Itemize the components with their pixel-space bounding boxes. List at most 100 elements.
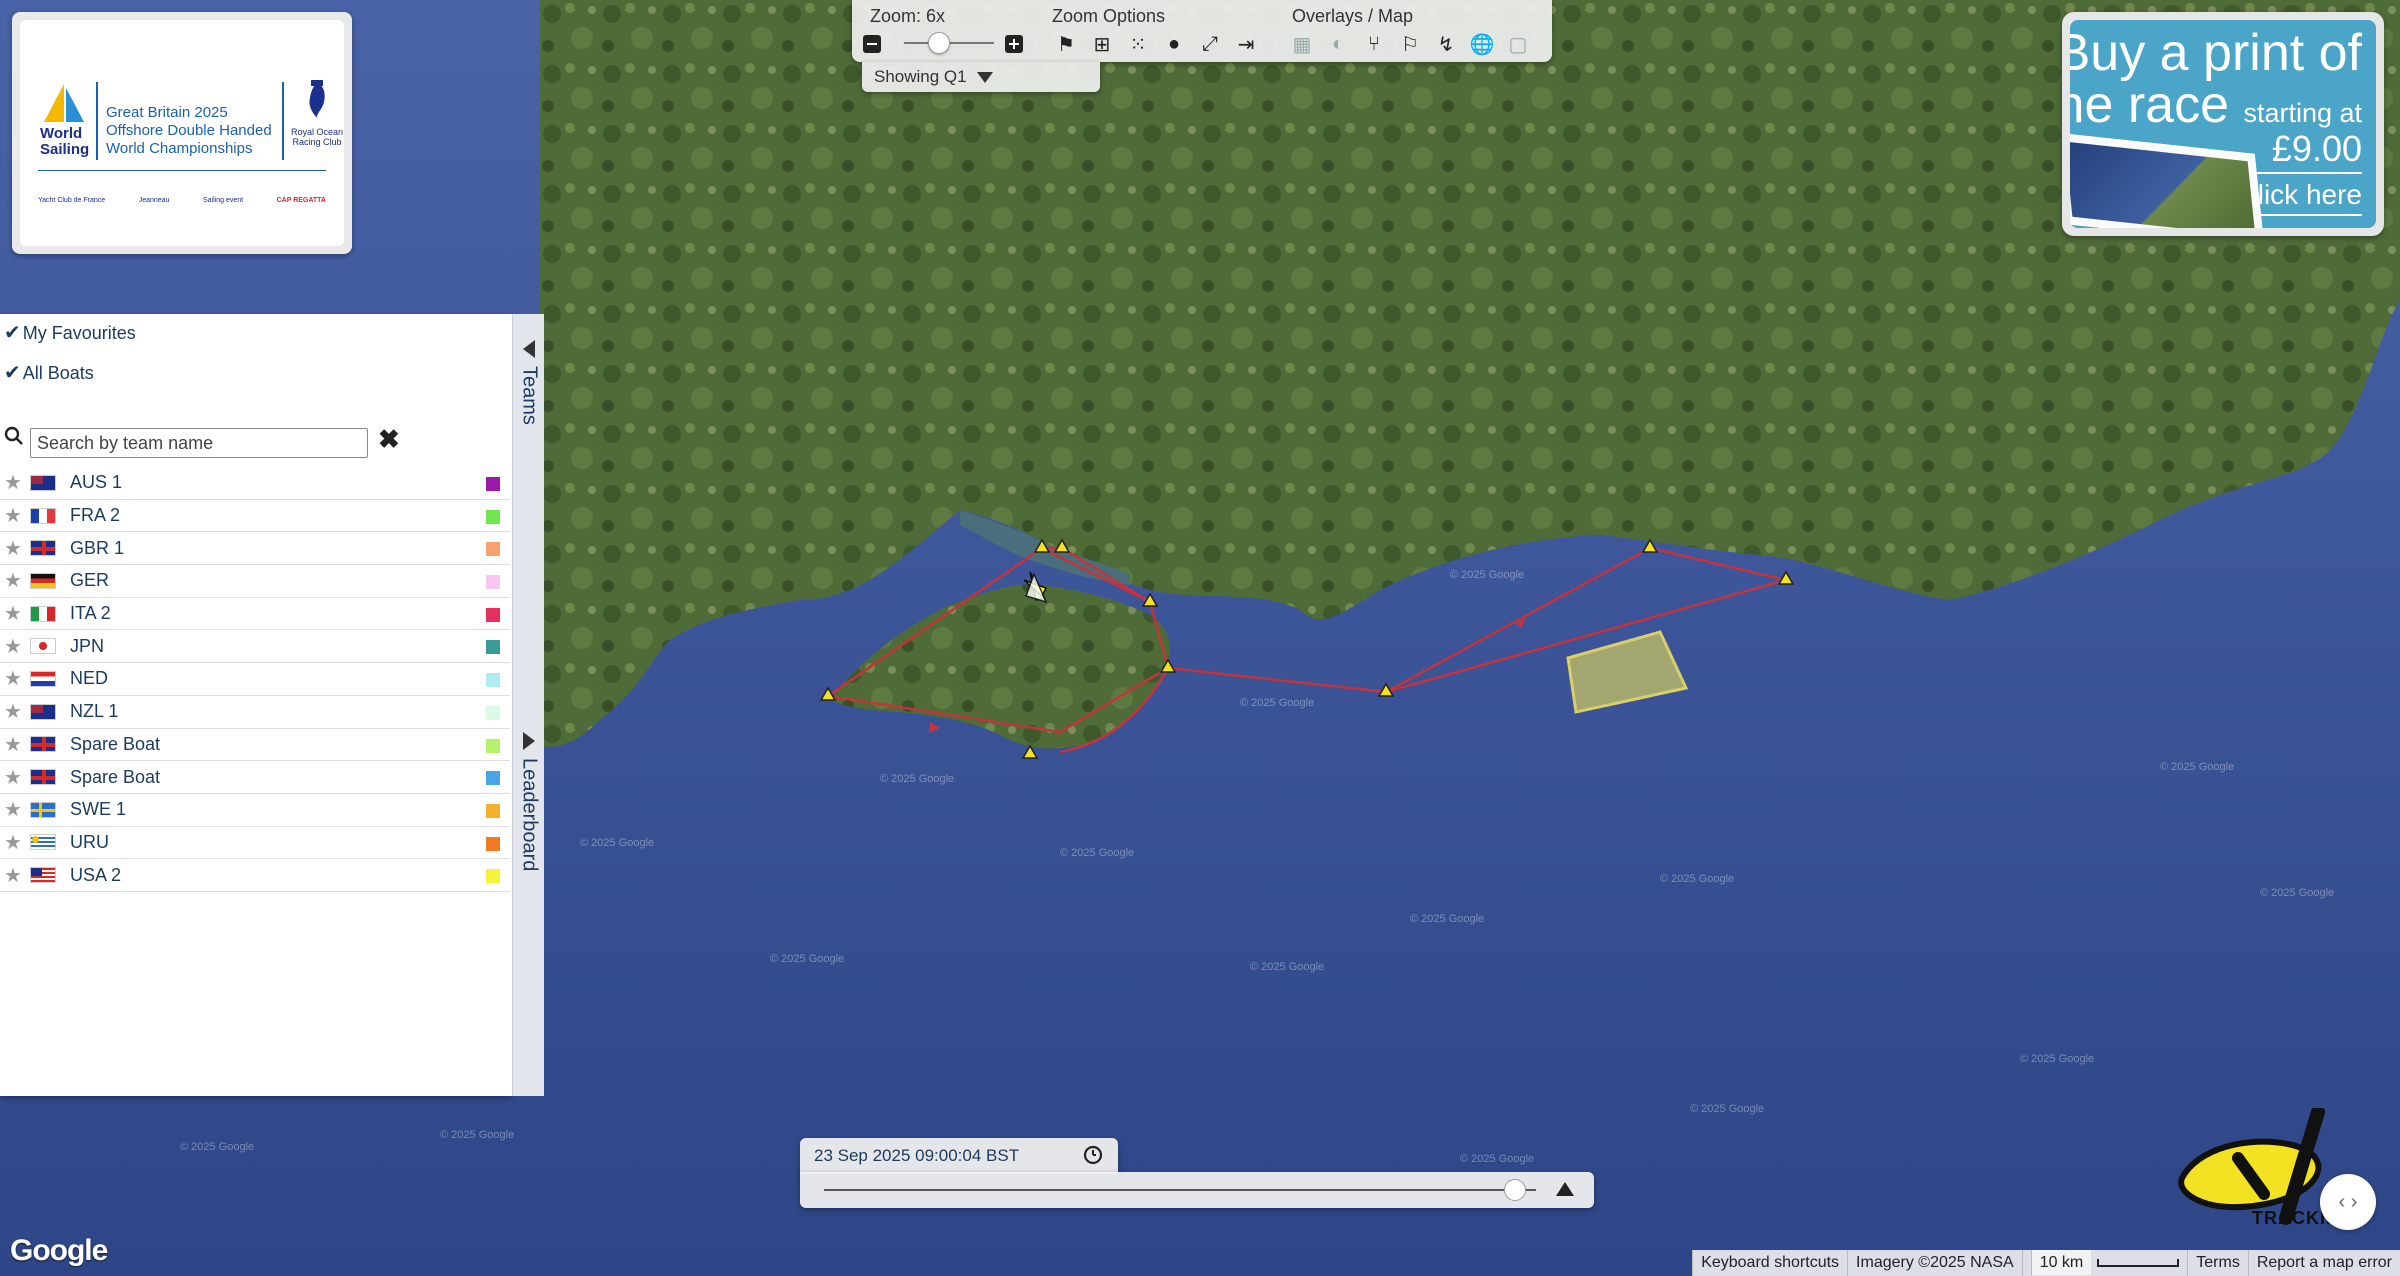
svg-text:© 2025 Google: © 2025 Google — [2160, 761, 2234, 773]
current-datetime: 23 Sep 2025 09:00:04 BST — [814, 1146, 1020, 1165]
expand-right-icon — [523, 732, 535, 750]
favourite-star-icon[interactable]: ★ — [2, 470, 24, 495]
map-type-button[interactable]: 🌐 — [1468, 30, 1496, 58]
buy-print-ad[interactable]: Buy a print of the race starting at £9.0… — [2062, 12, 2384, 236]
logo-divider — [96, 82, 98, 160]
flags-icon: ⚑ — [1057, 33, 1075, 56]
boat-row[interactable]: ★ URU — [0, 827, 510, 860]
ad-line1: Buy a print of — [2070, 24, 2362, 82]
group-icon: ● — [1167, 32, 1181, 55]
boat-row[interactable]: ★ GER — [0, 565, 510, 598]
boat-name: Spare Boat — [70, 766, 161, 787]
boat-color-swatch — [486, 836, 500, 851]
scale-bar[interactable]: 10 km — [2021, 1250, 2188, 1276]
event-logo-panel[interactable]: World Sailing Great Britain 2025 Offshore… — [12, 12, 352, 254]
showing-dropdown[interactable]: Showing Q1 — [862, 62, 1100, 92]
overlays-map-label: Overlays / Map — [1292, 6, 1414, 26]
favourite-star-icon[interactable]: ★ — [2, 765, 24, 790]
clear-search-button[interactable]: ✖ — [378, 424, 400, 455]
wind-overlay-button[interactable]: ⚐ — [1396, 30, 1424, 58]
boat-name: NED — [70, 668, 109, 689]
boat-row[interactable]: ★ Spare Boat — [0, 761, 510, 794]
boat-name: GER — [70, 570, 110, 591]
favourite-star-icon[interactable]: ★ — [2, 699, 24, 724]
terms-link[interactable]: Terms — [2187, 1250, 2248, 1276]
tracks-overlay-button[interactable]: ⑂ — [1360, 30, 1388, 58]
boat-row[interactable]: ★ FRA 2 — [0, 500, 510, 533]
timeline-expand-icon[interactable] — [1556, 1182, 1574, 1196]
favourite-star-icon[interactable]: ★ — [2, 601, 24, 626]
boat-row[interactable]: ★ ITA 2 — [0, 598, 510, 631]
boat-row[interactable]: ★ GBR 1 — [0, 532, 510, 566]
flag-icon — [30, 736, 56, 753]
keyboard-shortcuts-link[interactable]: Keyboard shortcuts — [1692, 1250, 1848, 1276]
clock-icon[interactable] — [1082, 1144, 1104, 1166]
plus-box-icon: ⊞ — [1093, 33, 1111, 56]
boat-row[interactable]: ★ Spare Boat — [0, 729, 510, 762]
svg-text:© 2025 Google: © 2025 Google — [2260, 887, 2334, 899]
ad-print-image — [2070, 132, 2265, 228]
zoom-in-button[interactable] — [1000, 30, 1028, 58]
zoom-to-boats-button[interactable]: ⁙ — [1124, 30, 1152, 58]
zoom-options-label: Zoom Options — [1052, 6, 1166, 26]
boat-row[interactable]: ★ USA 2 — [0, 859, 510, 892]
checkmark-icon: ✔ — [4, 322, 21, 344]
sponsor-strip: Yacht Club de France Jeanneau Sailing ev… — [38, 180, 326, 220]
follow-boat-button[interactable]: ⇥ — [1232, 30, 1260, 58]
map-square-icon: ▢ — [1508, 33, 1528, 56]
tab-leaderboard[interactable]: Leaderboard — [513, 732, 545, 871]
timeline-slider — [800, 1172, 1594, 1208]
boat-row[interactable]: ★ SWE 1 — [0, 794, 510, 827]
boat-row[interactable]: ★ JPN — [0, 630, 510, 664]
boat-list: ★ AUS 1 ★ FRA 2 ★ GBR 1 ★ GER ★ ITA 2 ★ JPN ★ NED ★ NZL… — [0, 467, 510, 892]
flag-icon — [30, 670, 56, 687]
timeline-handle[interactable] — [1503, 1179, 1526, 1201]
world-sailing-wordmark: World Sailing — [40, 125, 90, 158]
close-icon: ✖ — [378, 424, 400, 454]
zoom-to-course-button[interactable]: ⚑ — [1052, 30, 1080, 58]
boat-name: SWE 1 — [70, 799, 127, 820]
flag-icon — [30, 605, 56, 622]
zoom-out-button[interactable] — [858, 30, 886, 58]
favourite-star-icon[interactable]: ★ — [2, 666, 24, 691]
daylight-overlay-button[interactable]: ◐ — [1324, 30, 1352, 58]
logo-divider — [282, 82, 284, 160]
all-boats-filter[interactable]: ✔ All Boats — [4, 360, 94, 385]
boat-color-swatch — [486, 771, 500, 786]
favourite-star-icon[interactable]: ★ — [2, 732, 24, 757]
grid-overlay-button[interactable]: ▦ — [1288, 30, 1316, 58]
favourite-star-icon[interactable]: ★ — [2, 797, 24, 822]
tab-teams[interactable]: Teams — [513, 340, 545, 425]
favourite-star-icon[interactable]: ★ — [2, 634, 24, 659]
svg-text:© 2025 Google: © 2025 Google — [880, 773, 954, 785]
event-title: Great Britain 2025 Offshore Double Hande… — [106, 104, 272, 157]
plus-icon — [1005, 35, 1023, 53]
favourite-star-icon[interactable]: ★ — [2, 863, 24, 888]
boat-color-swatch — [486, 803, 500, 818]
dots-box-icon: ⁙ — [1129, 33, 1147, 56]
flag-icon — [30, 834, 56, 851]
my-favourites-filter[interactable]: ✔ My Favourites — [4, 320, 136, 345]
report-map-error-link[interactable]: Report a map error — [2247, 1250, 2400, 1276]
map-navigation-control[interactable]: ‹ › — [2320, 1174, 2376, 1230]
timeline-track[interactable] — [824, 1189, 1536, 1191]
boat-row[interactable]: ★ NED — [0, 663, 510, 696]
fullscreen-button[interactable]: ⤢ — [1196, 30, 1224, 58]
ad-click-here[interactable]: click here — [2244, 180, 2362, 210]
favourite-star-icon[interactable]: ★ — [2, 536, 24, 561]
team-search-input[interactable] — [30, 428, 368, 458]
boat-row[interactable]: ★ NZL 1 — [0, 696, 510, 729]
map-style-button[interactable]: ▢ — [1504, 30, 1532, 58]
zoom-slider-handle[interactable] — [928, 32, 950, 54]
favourite-star-icon[interactable]: ★ — [2, 830, 24, 855]
flag-icon — [30, 507, 56, 524]
boat-row[interactable]: ★ AUS 1 — [0, 467, 510, 500]
zoom-to-fit-button[interactable]: ⊞ — [1088, 30, 1116, 58]
svg-text:© 2025 Google: © 2025 Google — [580, 837, 654, 849]
course-overlay-button[interactable]: ↯ — [1432, 30, 1460, 58]
wind-flag-icon: ⚐ — [1401, 33, 1419, 56]
favourite-star-icon[interactable]: ★ — [2, 503, 24, 528]
favourite-star-icon[interactable]: ★ — [2, 568, 24, 593]
teams-panel: ✔My Favourites ✔All Boats ✖ ★ AUS 1 ★ FRA 2… — [0, 314, 512, 1096]
zoom-to-fleet-button[interactable]: ● — [1160, 30, 1188, 58]
